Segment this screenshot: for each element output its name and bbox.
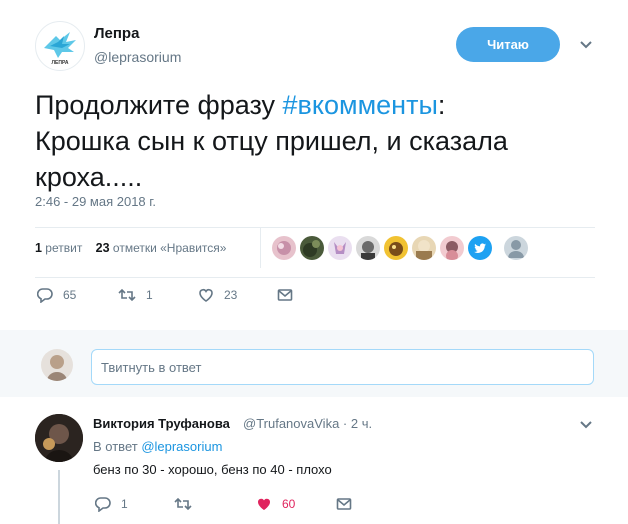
retweet-icon — [174, 497, 192, 511]
thread-line — [58, 470, 60, 524]
author-avatar[interactable]: ЛЕПРА — [35, 21, 85, 71]
liker-avatar[interactable] — [356, 236, 380, 260]
heart-filled-icon — [257, 498, 271, 510]
retweet-stat[interactable]: 1 ретвит — [35, 241, 82, 255]
retweet-icon — [118, 288, 136, 302]
reply-context: В ответ @leprasorium — [93, 439, 222, 454]
chevron-down-icon[interactable] — [578, 418, 594, 430]
tweet-text: Продолжите фразу #вкомменты: Крошка сын … — [35, 87, 595, 195]
reply-author-avatar[interactable] — [35, 414, 83, 462]
liker-avatar[interactable] — [328, 236, 352, 260]
divider — [260, 228, 261, 268]
like-action[interactable]: 23 — [198, 287, 237, 303]
reply-text: бенз по 30 - хорошо, бенз по 40 - плохо — [93, 462, 332, 477]
tweet-text-colon: : — [437, 90, 446, 120]
like-count: 23 — [95, 241, 110, 255]
reply-reply-action[interactable]: 1 — [95, 496, 128, 512]
tweet-text-line3: кроха..... — [35, 162, 143, 192]
following-button[interactable]: Читаю — [456, 27, 560, 62]
current-user-avatar[interactable] — [41, 349, 73, 381]
reply-icon — [37, 288, 53, 303]
retweet-action[interactable]: 1 — [118, 287, 153, 303]
reply-context-prefix: В ответ — [93, 439, 142, 454]
avatar-logo-text: ЛЕПРА — [52, 60, 69, 66]
envelope-icon — [336, 498, 352, 510]
tweet-stats: 1 ретвит 23 отметки «Нравится» — [35, 241, 226, 255]
reply-retweet-action[interactable] — [174, 496, 202, 512]
liker-avatar[interactable] — [384, 236, 408, 260]
reply-like-action[interactable]: 60 — [256, 496, 295, 512]
chevron-down-icon[interactable] — [578, 38, 594, 50]
author-name[interactable]: Лепра — [94, 25, 139, 42]
tweet-timestamp[interactable]: 2:46 - 29 мая 2018 г. — [35, 194, 156, 209]
direct-message-action[interactable] — [277, 287, 303, 303]
like-stat-label: отметки «Нравится» — [112, 241, 227, 255]
reply-author-name[interactable]: Виктория Труфанова — [93, 416, 230, 431]
liker-avatar[interactable] — [300, 236, 324, 260]
heart-icon — [199, 289, 213, 302]
divider — [35, 277, 595, 278]
retweet-action-count: 1 — [146, 288, 153, 302]
reply-to-link[interactable]: @leprasorium — [141, 439, 222, 454]
default-avatar[interactable] — [504, 236, 528, 260]
tweet-text-prefix: Продолжите фразу — [35, 90, 283, 120]
like-action-count: 23 — [224, 288, 238, 302]
reply-like-count: 60 — [282, 497, 296, 511]
reply-dm-action[interactable] — [336, 496, 362, 512]
reply-count: 65 — [63, 288, 77, 302]
reply-reply-count: 1 — [121, 497, 128, 511]
divider — [35, 227, 595, 228]
reply-action[interactable]: 65 — [37, 287, 76, 303]
author-handle[interactable]: @leprasorium — [94, 49, 181, 65]
liker-avatar[interactable] — [440, 236, 464, 260]
retweet-count: 1 — [35, 241, 42, 255]
envelope-icon — [277, 289, 293, 301]
liker-avatar[interactable] — [412, 236, 436, 260]
reply-author-handle[interactable]: @TrufanovaVika · 2 ч. — [243, 416, 372, 431]
tweet-text-line2: Крошка сын к отцу пришел, и сказала — [35, 126, 508, 156]
liker-avatar[interactable] — [272, 236, 296, 260]
hashtag-link[interactable]: #вкомменты — [283, 90, 438, 120]
reply-icon — [95, 497, 111, 512]
like-stat[interactable]: 23 отметки «Нравится» — [96, 241, 227, 255]
twitter-bird-icon[interactable] — [468, 236, 492, 260]
retweet-stat-label: ретвит — [45, 241, 83, 255]
reply-input[interactable]: Твитнуть в ответ — [91, 349, 594, 385]
